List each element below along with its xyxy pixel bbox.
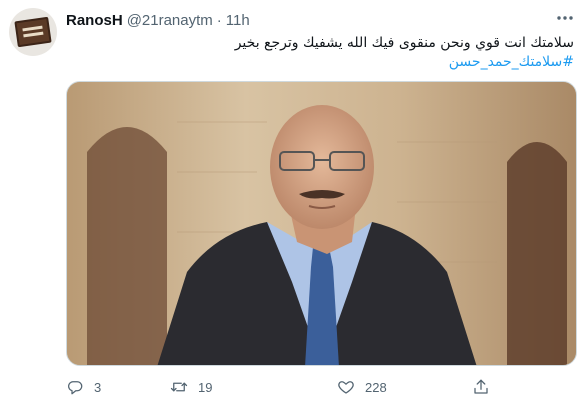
user-handle[interactable]: @21ranaytm — [127, 12, 213, 29]
timestamp[interactable]: 11h — [226, 12, 250, 29]
display-name[interactable]: RanosH — [66, 12, 123, 29]
heart-icon — [338, 381, 354, 394]
tweet-actions: 3 19 228 — [66, 376, 506, 398]
hashtag-link[interactable]: #سلامتك_حمد_حسن — [66, 53, 574, 72]
more-icon[interactable] — [555, 10, 575, 26]
separator-dot: · — [216, 11, 222, 29]
tweet-photo[interactable] — [66, 81, 577, 366]
like-count: 228 — [365, 379, 387, 395]
retweet-icon — [170, 382, 188, 392]
tweet-body: سلامتك انت قوي ونحن منقوى فيك الله يشفيك… — [234, 35, 574, 51]
avatar-image — [14, 16, 52, 48]
avatar[interactable] — [9, 8, 57, 56]
retweet-count: 19 — [198, 379, 213, 395]
tweet[interactable]: RanosH @21ranaytm · 11h سلامتك انت قوي و… — [0, 0, 587, 414]
reply-count: 3 — [94, 379, 102, 395]
tweet-text: سلامتك انت قوي ونحن منقوى فيك الله يشفيك… — [66, 34, 574, 72]
like-button[interactable]: 228 — [337, 378, 387, 396]
retweet-button[interactable]: 19 — [170, 378, 212, 396]
reply-icon — [67, 381, 83, 395]
tweet-header: RanosH @21ranaytm · 11h — [66, 10, 250, 30]
reply-button[interactable]: 3 — [66, 378, 101, 396]
share-icon — [474, 379, 488, 394]
share-button[interactable] — [472, 378, 490, 396]
